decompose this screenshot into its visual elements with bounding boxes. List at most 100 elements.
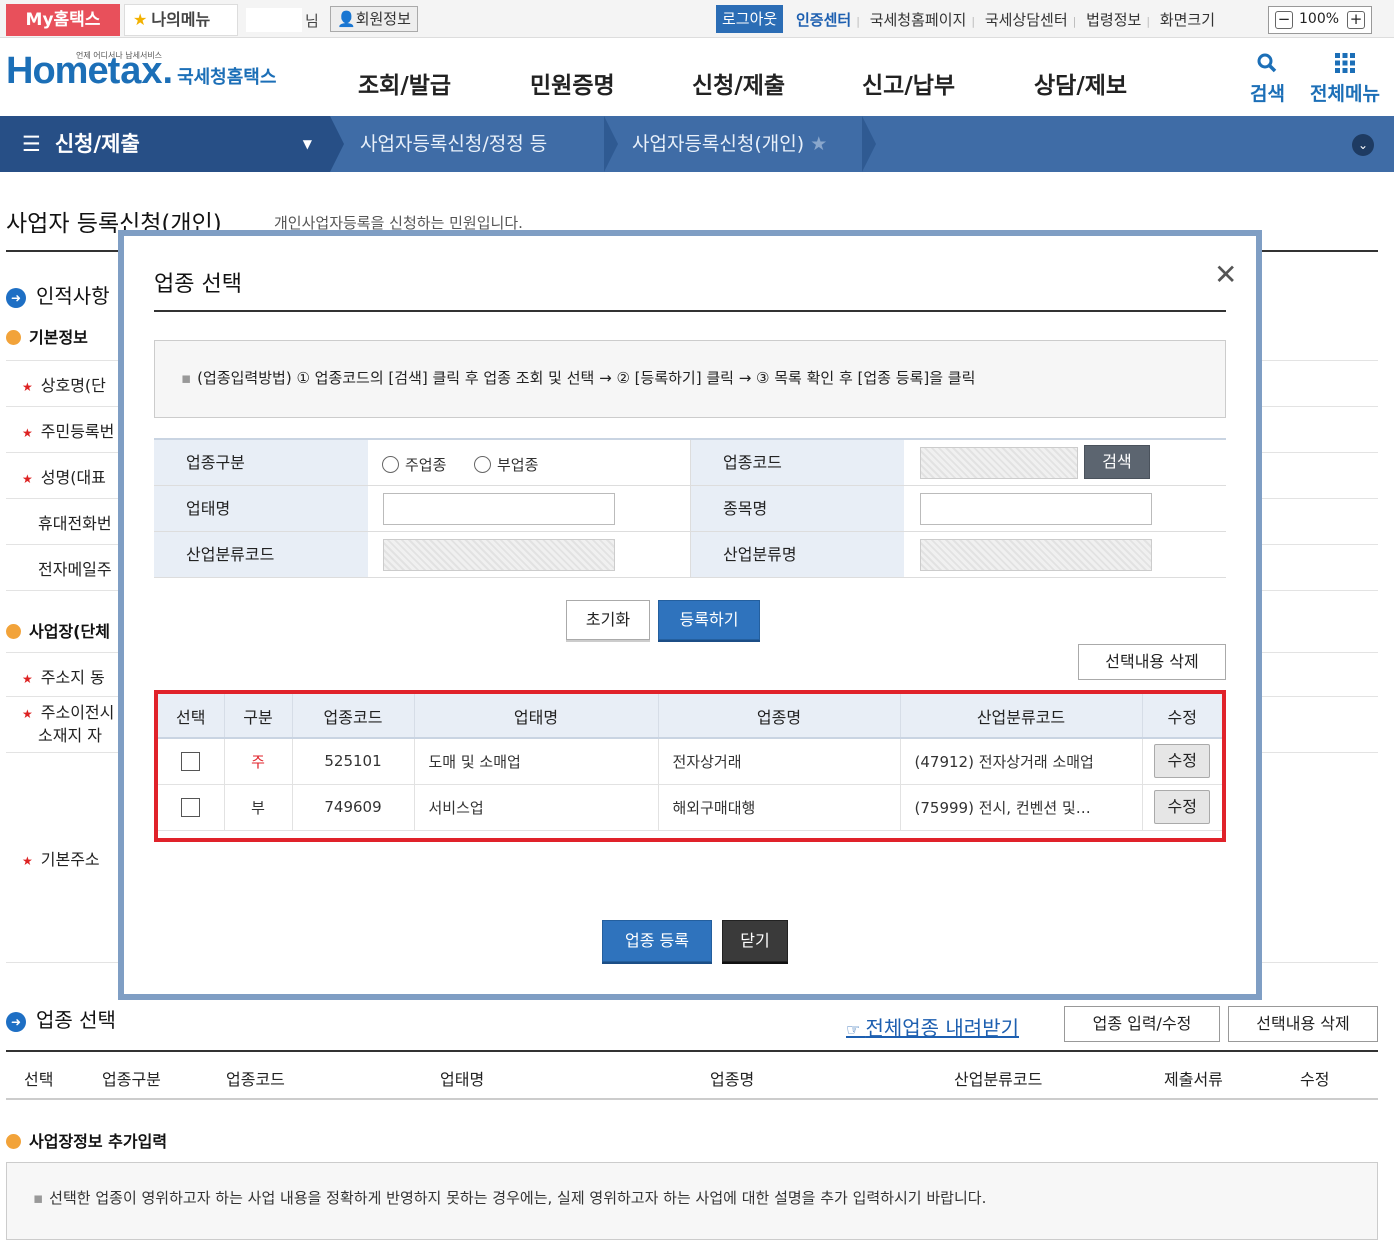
reset-button[interactable]: 초기화 [566, 600, 650, 640]
row-edit-button[interactable]: 수정 [1154, 790, 1211, 824]
row-ind-code: (75999) 전시, 컨벤션 및… [900, 784, 1143, 831]
cert-center-link[interactable]: 인증센터 [796, 11, 851, 29]
all-menu-nav[interactable]: 전체메뉴 [1310, 52, 1380, 106]
my-hometax-tab[interactable]: My홈택스 [6, 4, 120, 36]
breadcrumb-root[interactable]: ☰ 신청/제출 ▼ [0, 116, 330, 172]
item-name-input[interactable] [920, 493, 1152, 525]
field-label: ★ 주소지 동 [22, 668, 105, 687]
field-label: ★ 성명(대표 [22, 468, 106, 487]
biz-type-label: 업태명 [154, 486, 368, 531]
registered-industry-table: 선택 구분 업종코드 업태명 업종명 산업분류코드 수정 주 525101 도매… [158, 694, 1222, 831]
delete-selected-button-bg[interactable]: 선택내용 삭제 [1228, 1006, 1378, 1042]
member-info-button[interactable]: 👤회원정보 [330, 6, 418, 32]
field-label: ★ 주소이전시 소재지 자 [22, 703, 115, 745]
col-header: 수정 [1300, 1070, 1330, 1089]
industry-input-edit-button[interactable]: 업종 입력/수정 [1064, 1006, 1220, 1042]
law-info-link[interactable]: 법령정보 [1086, 11, 1141, 29]
nav-consult[interactable]: 상담/제보 [1034, 66, 1127, 100]
col-header: 구분 [224, 694, 293, 739]
row-ind-code: (47912) 전자상거래 소매업 [900, 738, 1143, 785]
all-menu-label: 전체메뉴 [1310, 83, 1380, 105]
zoom-out-button[interactable]: − [1275, 11, 1293, 29]
chevron-down-icon[interactable]: ⌄ [1352, 134, 1374, 156]
row-biz-type: 서비스업 [414, 784, 659, 831]
item-name-label: 종목명 [690, 486, 904, 531]
field-label: 전자메일주 [38, 560, 112, 579]
caret-down-icon: ▼ [302, 137, 312, 151]
hometax-logo[interactable]: 언제 어디서나 납세서비스 Hometax. 국세청홈택스 [6, 50, 276, 93]
breadcrumb-item-2[interactable]: 사업자등록신청(개인) ★ [632, 116, 827, 172]
nav-report-pay[interactable]: 신고/납부 [862, 66, 955, 100]
field-label: ★ 기본주소 [22, 850, 100, 869]
nav-inquiry[interactable]: 조회/발급 [358, 66, 451, 100]
my-menu-tab[interactable]: ★ 나의메뉴 [124, 4, 238, 36]
ind-code-label: 산업분류코드 [154, 532, 368, 577]
section-industry: ➜ 업종 선택 [6, 1004, 116, 1033]
nav-certificate[interactable]: 민원증명 [530, 66, 615, 100]
tax-consult-link[interactable]: 국세상담센터 [985, 11, 1068, 29]
col-header: 산업분류코드 [954, 1070, 1043, 1089]
row-biz-type: 도매 및 소매업 [414, 738, 659, 785]
field-label: 휴대전화번 [38, 514, 112, 533]
registered-industry-list: 선택 구분 업종코드 업태명 업종명 산업분류코드 수정 주 525101 도매… [154, 690, 1226, 842]
industry-submit-button[interactable]: 업종 등록 [602, 920, 712, 962]
row-checkbox[interactable] [181, 751, 201, 771]
user-name-field [246, 8, 302, 32]
zoom-in-button[interactable]: + [1347, 11, 1365, 29]
favorite-star-icon[interactable]: ★ [810, 133, 827, 155]
modal-title: 업종 선택 [154, 272, 242, 297]
extra-info-text: 선택한 업종이 영위하고자 하는 사업 내용을 정확하게 반영하지 못하는 경우… [49, 1189, 987, 1207]
col-header: 업종구분 [102, 1070, 161, 1089]
industry-select-modal: 업종 선택 ✕ ▪ (업종입력방법) ① 업종코드의 [검색] 클릭 후 업종 조… [118, 230, 1262, 1000]
radio-circle-icon [474, 456, 491, 473]
col-header: 업태명 [440, 1070, 485, 1089]
row-checkbox[interactable] [181, 797, 201, 817]
row-code: 749609 [292, 784, 415, 831]
row-select-cell [158, 738, 225, 785]
form-row: 업태명 종목명 [154, 486, 1226, 532]
row-edit-cell: 수정 [1142, 784, 1222, 831]
modal-close-button[interactable]: 닫기 [722, 920, 788, 962]
section-personal-label: 인적사항 [36, 284, 110, 308]
industry-code-input [920, 447, 1078, 479]
close-icon[interactable]: ✕ [1214, 258, 1237, 291]
breadcrumb-item-1[interactable]: 사업자등록신청/정정 등 [360, 116, 547, 172]
industry-type-label: 업종구분 [154, 440, 368, 485]
row-type: 주 [224, 738, 293, 785]
row-type: 부 [224, 784, 293, 831]
row-edit-button[interactable]: 수정 [1154, 744, 1211, 779]
search-nav[interactable]: 검색 [1250, 52, 1285, 106]
nav-apply[interactable]: 신청/제출 [692, 66, 785, 100]
nts-homepage-link[interactable]: 국세청홈페이지 [870, 11, 967, 29]
table-row: 부 749609 서비스업 해외구매대행 (75999) 전시, 컨벤션 및… … [158, 784, 1222, 831]
orange-bullet-icon [6, 330, 21, 345]
delete-selected-button[interactable]: 선택내용 삭제 [1078, 644, 1226, 680]
ind-code-input [383, 539, 615, 571]
sub-extra-info: 사업장정보 추가입력 [6, 1128, 167, 1152]
form-row: 산업분류코드 산업분류명 [154, 532, 1226, 578]
ind-name-input [920, 539, 1152, 571]
input-guide: ▪ (업종입력방법) ① 업종코드의 [검색] 클릭 후 업종 조회 및 선택 →… [154, 340, 1226, 418]
radio-main-industry[interactable]: 주업종 [382, 454, 446, 475]
field-label: ★ 주민등록번 [22, 422, 115, 441]
code-search-button[interactable]: 검색 [1084, 445, 1150, 479]
col-header: 업종코드 [226, 1070, 285, 1089]
logout-button[interactable]: 로그아웃 [716, 5, 784, 33]
breadcrumb-divider [604, 116, 618, 172]
row-code: 525101 [292, 738, 415, 785]
radio-sub-industry[interactable]: 부업종 [474, 454, 538, 475]
orange-bullet-icon [6, 624, 21, 639]
modal-title-divider [154, 310, 1226, 312]
section-personal: ➜ 인적사항 [6, 280, 110, 309]
radio-circle-icon [382, 456, 399, 473]
register-button[interactable]: 등록하기 [658, 600, 760, 640]
biz-type-input[interactable] [383, 493, 615, 525]
honorific-label: 님 [305, 12, 319, 30]
industry-form: 업종구분 주업종 부업종 업종코드 검색 업태명 종목명 산업분류코드 산업분류… [154, 438, 1226, 578]
download-all-industries-link[interactable]: ☞ 전체업종 내려받기 [846, 1012, 1019, 1041]
zoom-control: − 100% + [1268, 6, 1372, 34]
logo-tagline: 언제 어디서나 납세서비스 [76, 51, 163, 60]
arrow-circle-icon: ➜ [6, 1012, 26, 1032]
hamburger-icon: ☰ [22, 132, 41, 156]
col-header: 업종명 [658, 694, 901, 739]
